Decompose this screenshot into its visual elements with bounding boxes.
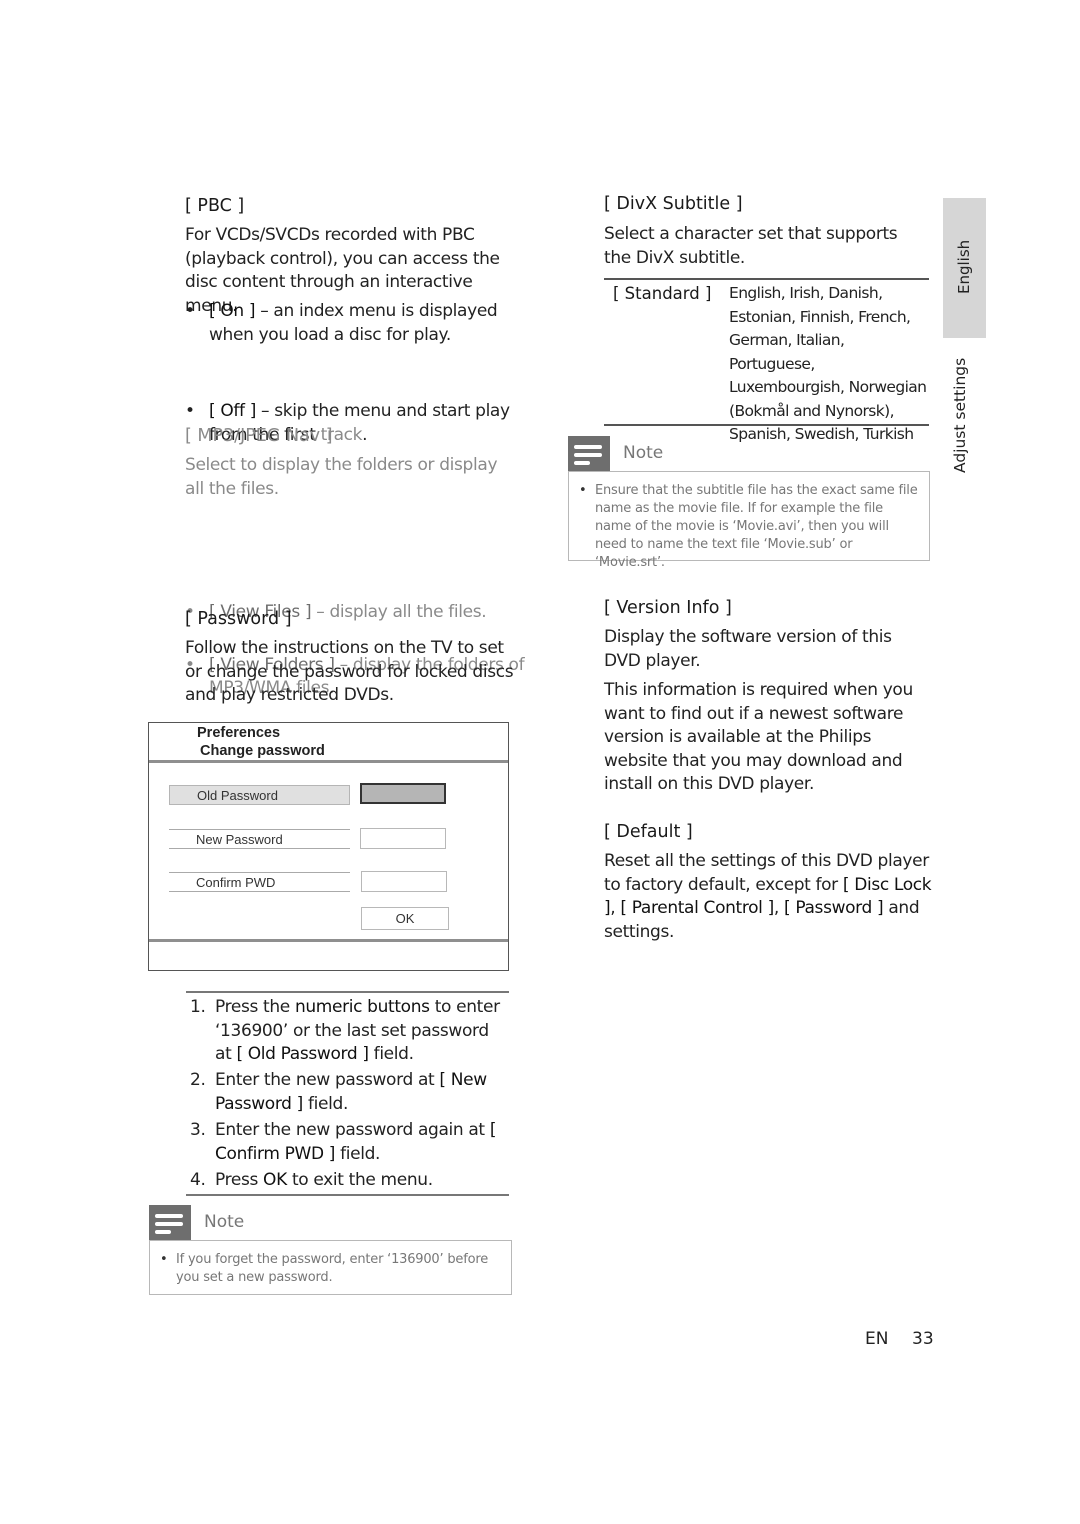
table-cell-option: [ Standard ] [613,284,712,303]
step-number: 1. [190,997,206,1017]
step-text: field. [302,1093,348,1114]
step-text: field. [368,1044,414,1064]
default-text: , [610,898,621,918]
note-title: Note [623,443,664,463]
step-text: field. [335,1143,381,1164]
option-label: [ Off ] [209,401,256,421]
dialog-divider-top [149,760,508,763]
note-icon [568,436,610,472]
step-number: 4. [190,1170,206,1190]
step-keyword: numeric buttons [294,997,430,1017]
note-box: • If you forget the password, enter ‘1369… [149,1240,512,1295]
step-number: 3. [190,1120,206,1140]
step-keyword: [ Old Password ] [236,1044,369,1064]
step-text: Press [215,1170,264,1190]
default-keyword: [ Parental Control ] [620,898,774,918]
table-top-rule [604,278,929,280]
bullet-icon: • [185,401,195,421]
password-heading: [ Password ] [185,609,292,629]
footer-lang-code: EN [865,1329,889,1349]
step-keyword: OK [263,1170,287,1190]
ok-button[interactable]: OK [361,907,449,930]
password-description: Follow the instructions on the TV to set… [185,638,514,705]
step-2: 2. Enter the new password at [ New Passw… [190,1069,510,1116]
default-description: Reset all the settings of this DVD playe… [604,850,934,944]
note-title: Note [204,1212,245,1232]
version-info-heading: [ Version Info ] [604,598,732,618]
note-item-text: If you forget the password, enter ‘13690… [176,1252,489,1285]
steps-bottom-rule [186,1194,509,1196]
note-item: • Ensure that the subtitle file has the e… [579,483,918,570]
step-3: 3. Enter the new password again at [ Con… [190,1119,510,1166]
note-icon [149,1205,191,1241]
option-text-end: . [362,424,368,445]
bullet-icon: • [185,301,195,321]
steps-top-rule [186,991,509,993]
dialog-title-change-password: Change password [200,743,325,759]
step-text: Enter the new password at [215,1070,440,1090]
confirm-pwd-input[interactable] [361,871,447,892]
step-text: to exit the menu. [286,1170,433,1190]
side-tab-adjust-settings: Adjust settings [951,357,969,473]
default-text: , [773,898,785,918]
new-password-input[interactable] [360,828,446,849]
page-number: 33 [912,1329,934,1349]
note-item: • If you forget the password, enter ‘1369… [160,1252,489,1285]
table-bottom-rule [604,424,929,426]
option-text: – display all the files. [311,602,487,622]
step-text: Press the [215,997,295,1017]
step-1: 1. Press the numeric buttons to enter ‘1… [190,996,510,1067]
change-password-dialog: Preferences Change password Old Password… [148,722,509,971]
default-heading: [ Default ] [604,822,693,842]
side-tab-english-label: English [955,239,973,294]
note-item-text: Ensure that the subtitle file has the ex… [595,483,918,570]
confirm-pwd-label[interactable]: Confirm PWD [169,872,350,892]
option-label: [ On ] [209,301,256,321]
side-tab-english[interactable]: English [943,198,986,338]
pbc-option-on: • [ On ] – an index menu is displayed wh… [185,300,529,347]
pbc-heading: [ PBC ] [185,196,245,216]
new-password-label[interactable]: New Password [169,829,350,849]
note-box: • Ensure that the subtitle file has the e… [568,471,930,570]
table-cell-languages: English, Irish, Danish, Estonian, Finnis… [729,284,927,443]
dialog-divider-bottom [149,939,508,942]
dialog-title-preferences: Preferences [197,725,281,741]
old-password-label[interactable]: Old Password [169,785,350,805]
version-info-detail: This information is required when you wa… [604,680,913,794]
mp3-jpeg-nav-description: Select to display the folders or display… [185,455,498,499]
divx-subtitle-description: Select a character set that supports the… [604,224,898,268]
default-keyword: [ Password ] [784,898,884,918]
mp3-jpeg-nav-heading: [ MP3/JPEG Nav ] [185,426,333,446]
divx-subtitle-heading: [ DivX Subtitle ] [604,194,743,214]
step-number: 2. [190,1070,206,1090]
step-text: Enter the new password again at [215,1120,490,1140]
version-info-description: Display the software version of this DVD… [604,627,892,671]
step-4: 4. Press OK to exit the menu. [190,1169,510,1193]
old-password-input[interactable] [360,783,446,804]
